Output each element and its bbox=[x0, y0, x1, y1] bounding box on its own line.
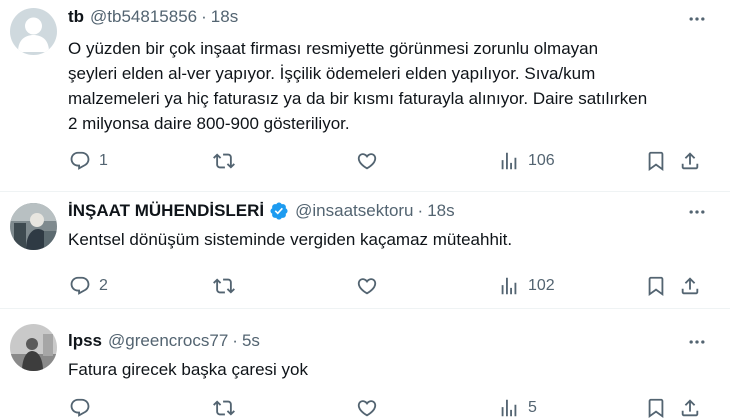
timestamp[interactable]: 18s bbox=[427, 201, 454, 221]
retweet-button[interactable] bbox=[213, 148, 243, 174]
bookmark-button[interactable] bbox=[645, 395, 667, 420]
photo-avatar-icon bbox=[10, 203, 57, 250]
share-button[interactable] bbox=[679, 395, 701, 420]
views-icon bbox=[498, 275, 520, 297]
bookmark-icon bbox=[645, 275, 667, 297]
reply-button[interactable]: 1 bbox=[69, 148, 108, 174]
retweet-icon bbox=[213, 150, 235, 172]
views-count: 5 bbox=[528, 399, 537, 416]
user-handle[interactable]: @greencrocs77 bbox=[108, 331, 228, 351]
views-icon bbox=[498, 397, 520, 419]
bookmark-button[interactable] bbox=[645, 148, 667, 174]
user-handle[interactable]: @insaatsektoru bbox=[295, 201, 413, 221]
timestamp[interactable]: 5s bbox=[242, 331, 260, 351]
tweet-text-line: şeyleri elden al-ver yapıyor. İşçilik öd… bbox=[68, 64, 596, 83]
more-button[interactable] bbox=[686, 201, 708, 223]
reply-icon bbox=[69, 397, 91, 419]
tweet-text: Fatura girecek başka çaresi yok bbox=[68, 357, 718, 382]
views-button[interactable]: 106 bbox=[498, 148, 555, 174]
like-icon bbox=[356, 397, 378, 419]
avatar[interactable] bbox=[10, 324, 57, 371]
tweet-text-line: malzemeleri ya hiç faturasız ya da bir k… bbox=[68, 89, 648, 108]
default-avatar-icon bbox=[10, 8, 57, 55]
reply-icon bbox=[69, 275, 91, 297]
tweet-text: Kentsel dönüşüm sisteminde vergiden kaça… bbox=[68, 227, 718, 252]
display-name[interactable]: lpss bbox=[68, 331, 102, 351]
share-button[interactable] bbox=[679, 148, 701, 174]
more-icon bbox=[689, 340, 705, 344]
more-icon bbox=[689, 17, 705, 21]
like-button[interactable] bbox=[356, 395, 386, 420]
views-count: 106 bbox=[528, 152, 555, 169]
more-icon bbox=[689, 210, 705, 214]
retweet-icon bbox=[213, 397, 235, 419]
share-icon bbox=[679, 275, 701, 297]
separator: · bbox=[417, 201, 424, 220]
views-button[interactable]: 5 bbox=[498, 395, 537, 420]
views-button[interactable]: 102 bbox=[498, 273, 555, 299]
tweet-text-line: O yüzden bir çok inşaat firması resmiyet… bbox=[68, 39, 599, 58]
views-icon bbox=[498, 150, 520, 172]
like-icon bbox=[356, 275, 378, 297]
display-name[interactable]: tb bbox=[68, 7, 84, 27]
tweet-2[interactable]: İNŞAAT MÜHENDİSLERİ @insaatsektoru · 18s… bbox=[0, 192, 730, 309]
reply-button[interactable] bbox=[69, 395, 99, 420]
action-bar: 5 bbox=[62, 395, 712, 420]
like-button[interactable] bbox=[356, 148, 386, 174]
avatar[interactable] bbox=[10, 8, 57, 55]
separator: · bbox=[201, 7, 207, 26]
more-button[interactable] bbox=[686, 8, 708, 30]
action-bar: 2 102 bbox=[62, 273, 712, 299]
verified-badge-icon bbox=[269, 201, 289, 221]
action-bar: 1 106 bbox=[62, 148, 712, 174]
tweet-1[interactable]: tb @tb54815856 · 18s O yüzden bir çok in… bbox=[0, 0, 730, 192]
like-icon bbox=[356, 150, 378, 172]
user-handle[interactable]: @tb54815856 bbox=[90, 7, 197, 27]
like-button[interactable] bbox=[356, 273, 386, 299]
tweet-text: O yüzden bir çok inşaat firması resmiyet… bbox=[68, 36, 718, 136]
tweet-text-line: 2 milyonsa daire 800-900 gösteriliyor. bbox=[68, 114, 350, 133]
tweet-text-line: Fatura girecek başka çaresi yok bbox=[68, 360, 308, 379]
share-icon bbox=[679, 150, 701, 172]
retweet-icon bbox=[213, 275, 235, 297]
reply-button[interactable]: 2 bbox=[69, 273, 108, 299]
bookmark-icon bbox=[645, 397, 667, 419]
share-icon bbox=[679, 397, 701, 419]
display-name[interactable]: İNŞAAT MÜHENDİSLERİ bbox=[68, 201, 264, 221]
reply-count: 1 bbox=[99, 152, 108, 169]
more-button[interactable] bbox=[686, 331, 708, 353]
reply-count: 2 bbox=[99, 277, 108, 294]
separator: · bbox=[232, 331, 238, 350]
bookmark-button[interactable] bbox=[645, 273, 667, 299]
tweet-header: İNŞAAT MÜHENDİSLERİ @insaatsektoru · 18s bbox=[68, 200, 455, 222]
reply-icon bbox=[69, 150, 91, 172]
tweet-header: lpss @greencrocs77 · 5s bbox=[68, 330, 260, 352]
share-button[interactable] bbox=[679, 273, 701, 299]
avatar[interactable] bbox=[10, 203, 57, 250]
tweet-text-line: Kentsel dönüşüm sisteminde vergiden kaça… bbox=[68, 230, 513, 249]
photo-avatar-icon bbox=[10, 324, 57, 371]
retweet-button[interactable] bbox=[213, 395, 243, 420]
timestamp[interactable]: 18s bbox=[211, 7, 238, 27]
tweet-3[interactable]: lpss @greencrocs77 · 5s Fatura girecek b… bbox=[0, 309, 730, 420]
retweet-button[interactable] bbox=[213, 273, 243, 299]
bookmark-icon bbox=[645, 150, 667, 172]
views-count: 102 bbox=[528, 277, 555, 294]
tweet-header: tb @tb54815856 · 18s bbox=[68, 6, 238, 28]
